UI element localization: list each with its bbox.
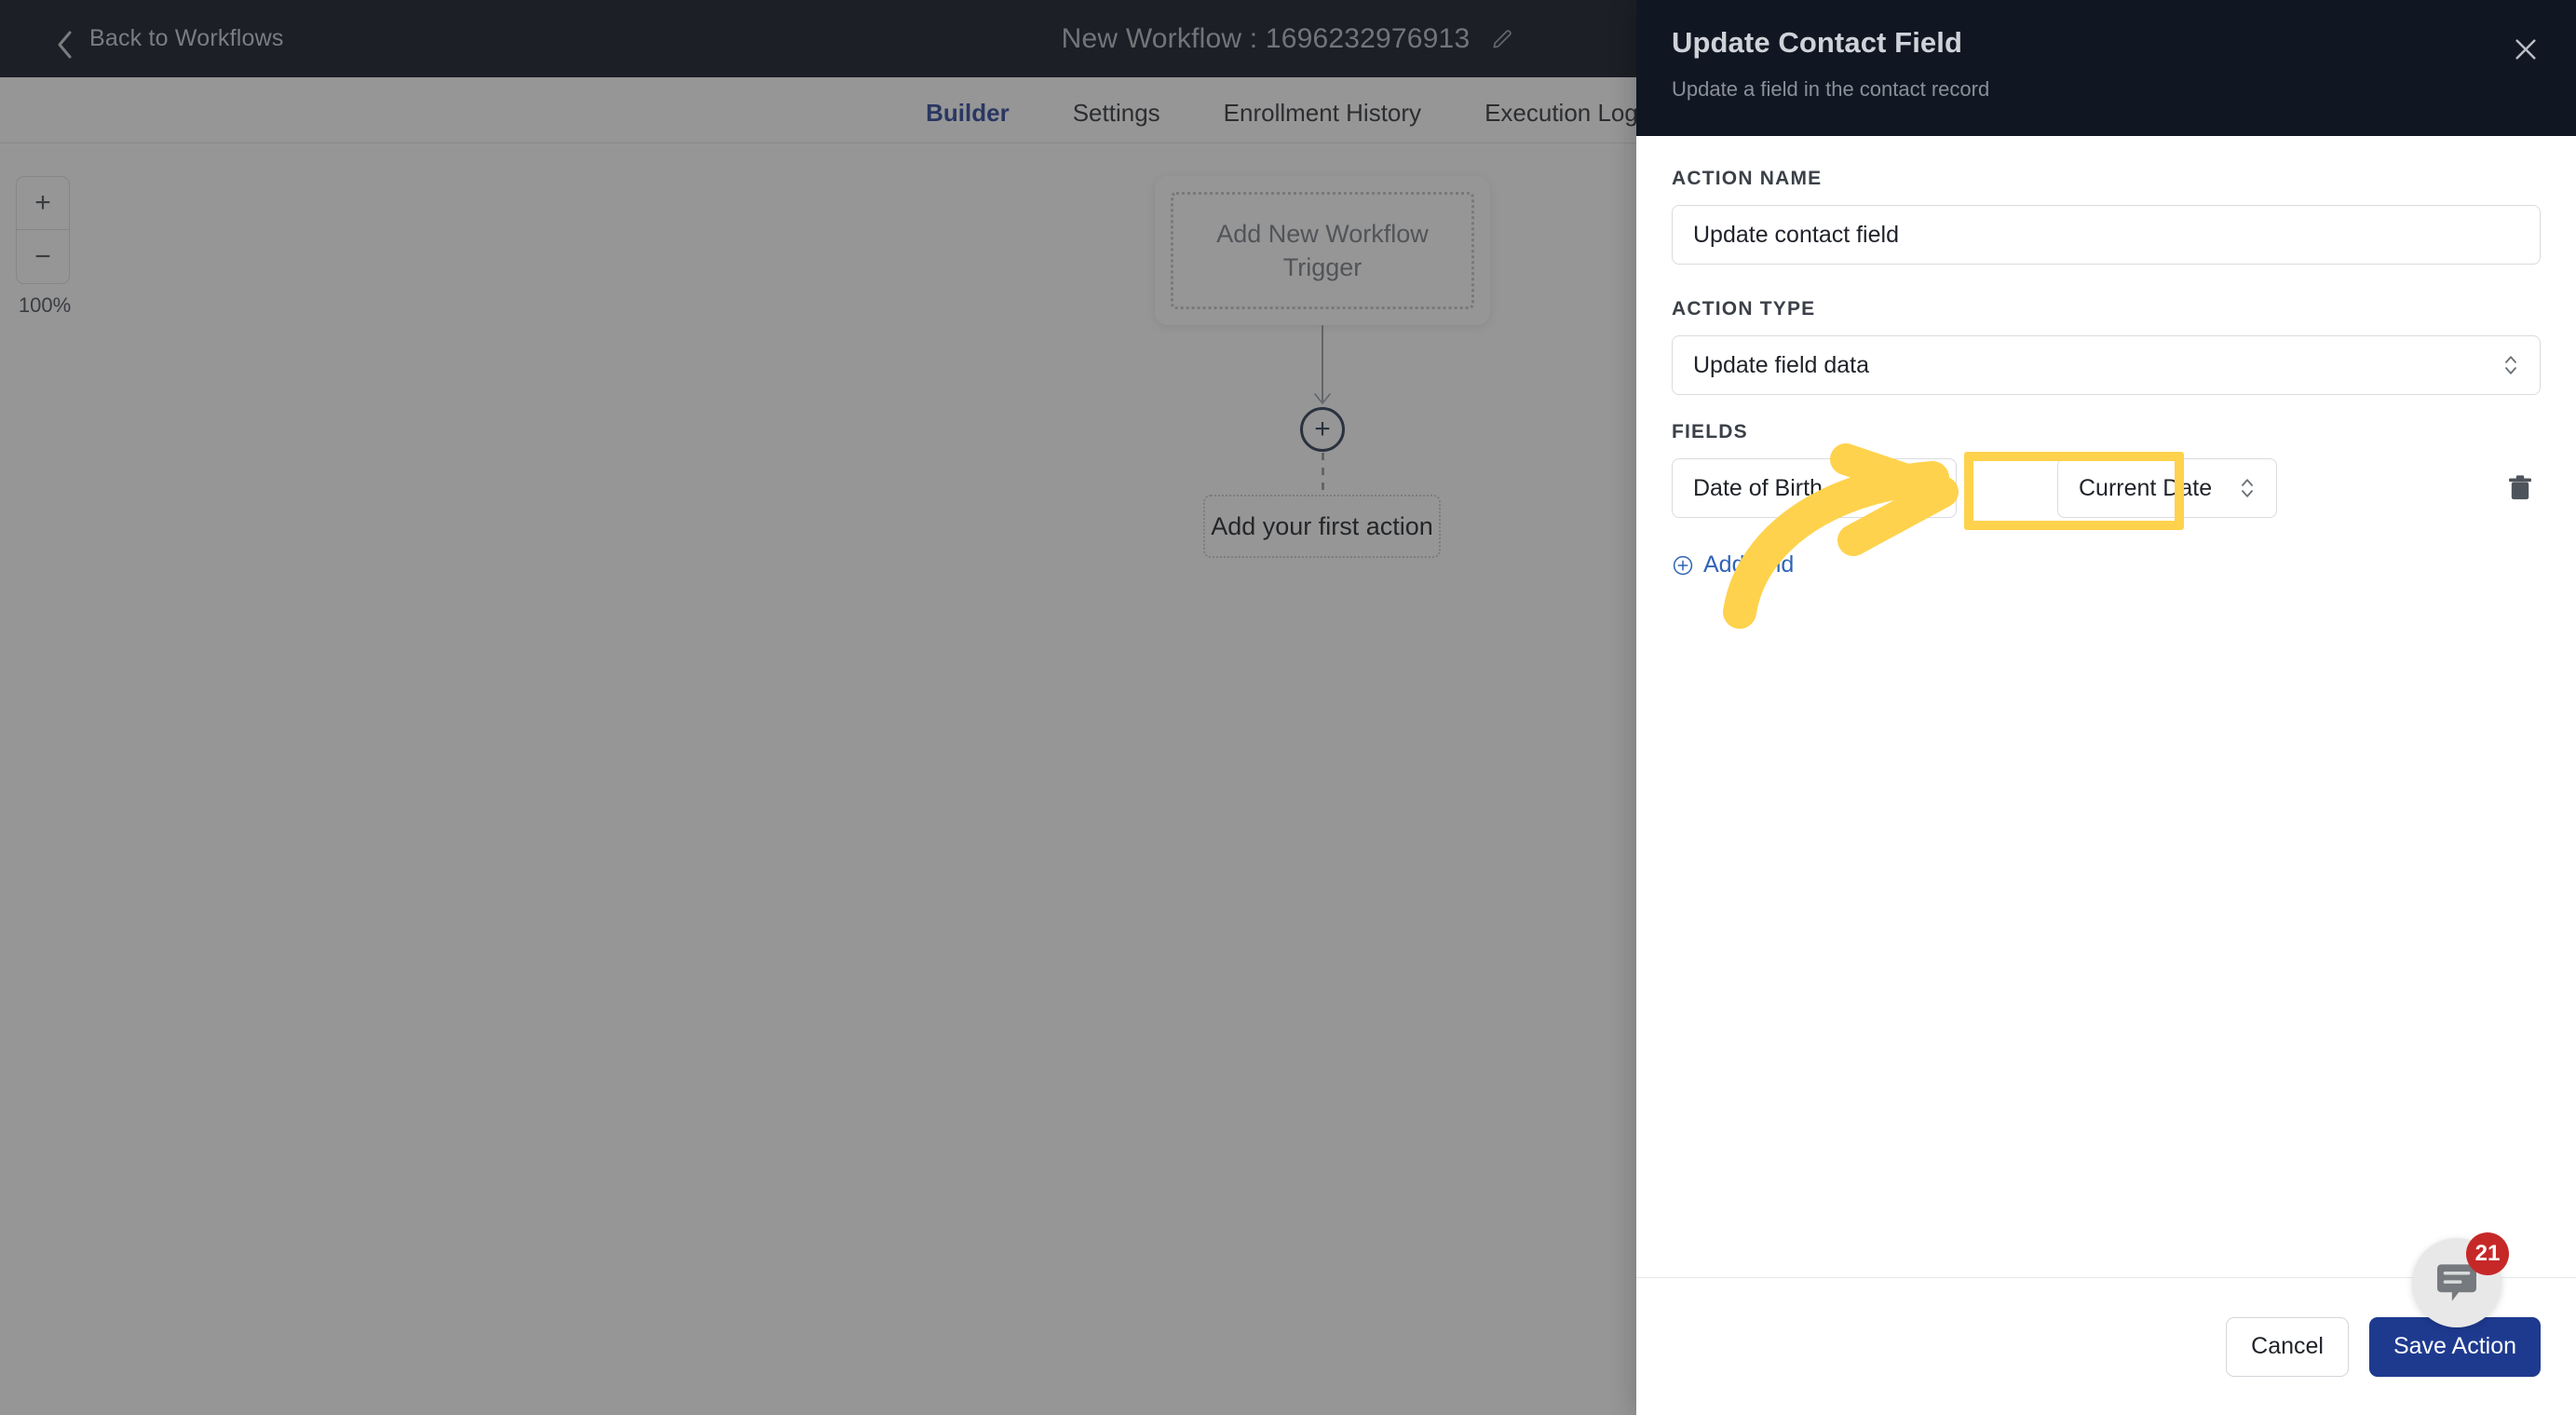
plus-circle-icon: [1672, 554, 1694, 577]
workflow-flow: Add New Workflow Trigger + Add your firs…: [1155, 176, 1490, 558]
zoom-in-button[interactable]: +: [16, 176, 70, 230]
zoom-level-label: 100%: [18, 293, 72, 317]
action-type-value: Update field data: [1693, 351, 1870, 378]
chat-widget-button[interactable]: 21: [2412, 1232, 2509, 1327]
connector-dashed-line: [1322, 453, 1324, 497]
field-value-value: Current Date: [2079, 474, 2213, 501]
cancel-button[interactable]: Cancel: [2226, 1316, 2349, 1377]
add-node-button[interactable]: +: [1300, 407, 1345, 452]
zoom-controls: + − 100%: [16, 176, 74, 318]
tab-execution-logs[interactable]: Execution Logs: [1485, 77, 1650, 148]
panel-title: Update Contact Field: [1672, 26, 1963, 59]
tab-enrollment-history[interactable]: Enrollment History: [1224, 77, 1421, 148]
chevron-updown-icon: [2239, 474, 2256, 502]
tab-builder[interactable]: Builder: [920, 77, 1015, 151]
panel-body: ACTION NAME ACTION TYPE Update field dat…: [1636, 136, 2576, 1277]
add-workflow-trigger-label: Add New Workflow Trigger: [1171, 192, 1474, 309]
flow-connector: + Add your first action: [1155, 325, 1490, 558]
field-name-value: Date of Birth: [1693, 474, 1823, 501]
field-name-select[interactable]: Date of Birth: [1672, 458, 1957, 518]
back-to-workflows-label: Back to Workflows: [89, 25, 284, 51]
action-type-select[interactable]: Update field data: [1672, 335, 2541, 395]
chevron-updown-icon: [2502, 351, 2519, 379]
pencil-icon[interactable]: [1490, 27, 1514, 51]
add-field-button[interactable]: Add field: [1672, 551, 1794, 578]
chevron-left-icon: [56, 30, 75, 58]
trash-icon[interactable]: [2500, 468, 2541, 509]
field-value-select[interactable]: Current Date: [2057, 458, 2277, 518]
fields-label: FIELDS: [1672, 421, 1748, 442]
workflow-title: New Workflow : 1696232976913: [1061, 22, 1471, 54]
field-row: Date of Birth Current Date: [1672, 458, 2541, 518]
panel-subtitle: Update a field in the contact record: [1672, 77, 1990, 101]
workflow-builder-app: Back to Workflows New Workflow : 1696232…: [0, 0, 2576, 1415]
zoom-out-button[interactable]: −: [16, 230, 70, 284]
chat-unread-badge: 21: [2466, 1232, 2509, 1275]
add-field-label: Add field: [1703, 551, 1795, 578]
panel-header: Update Contact Field Update a field in t…: [1636, 0, 2576, 136]
connector-line: [1322, 325, 1323, 401]
back-to-workflows-button[interactable]: Back to Workflows: [56, 25, 284, 58]
action-name-label: ACTION NAME: [1672, 168, 1823, 189]
close-icon[interactable]: [2507, 31, 2544, 68]
add-first-action-button[interactable]: Add your first action: [1203, 495, 1441, 558]
action-name-input[interactable]: [1672, 205, 2541, 265]
add-workflow-trigger-card[interactable]: Add New Workflow Trigger: [1155, 176, 1490, 325]
update-contact-field-panel: Update Contact Field Update a field in t…: [1636, 0, 2576, 1415]
action-type-label: ACTION TYPE: [1672, 298, 1816, 320]
arrow-down-icon: [1313, 392, 1332, 405]
tab-settings[interactable]: Settings: [1073, 77, 1160, 148]
